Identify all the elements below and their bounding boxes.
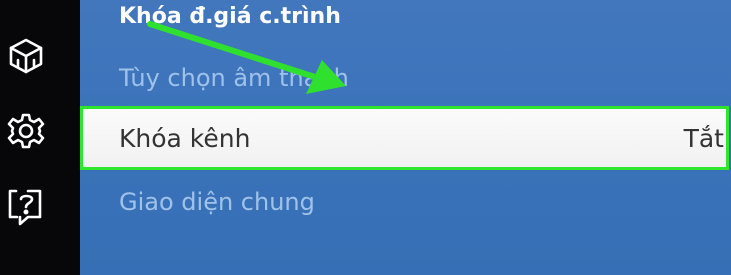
help-support-icon[interactable] — [6, 186, 46, 226]
settings-gear-icon[interactable] — [6, 111, 46, 151]
channel-lock-value: Tắt — [683, 124, 724, 153]
tv-settings-screen: Khóa đ.giá c.trình Tùy chọn âm thanh Khó… — [0, 0, 731, 275]
smart-hub-icon[interactable] — [6, 36, 46, 76]
menu-item-program-lock[interactable]: Khóa đ.giá c.trình — [119, 4, 341, 29]
menu-item-channel-lock[interactable]: Khóa kênh Tắt — [80, 106, 729, 170]
sidebar — [0, 0, 80, 275]
menu-item-audio-options[interactable]: Tùy chọn âm thanh — [119, 64, 349, 92]
channel-lock-label: Khóa kênh — [119, 124, 251, 153]
menu-item-general[interactable]: Giao diện chung — [119, 188, 315, 216]
